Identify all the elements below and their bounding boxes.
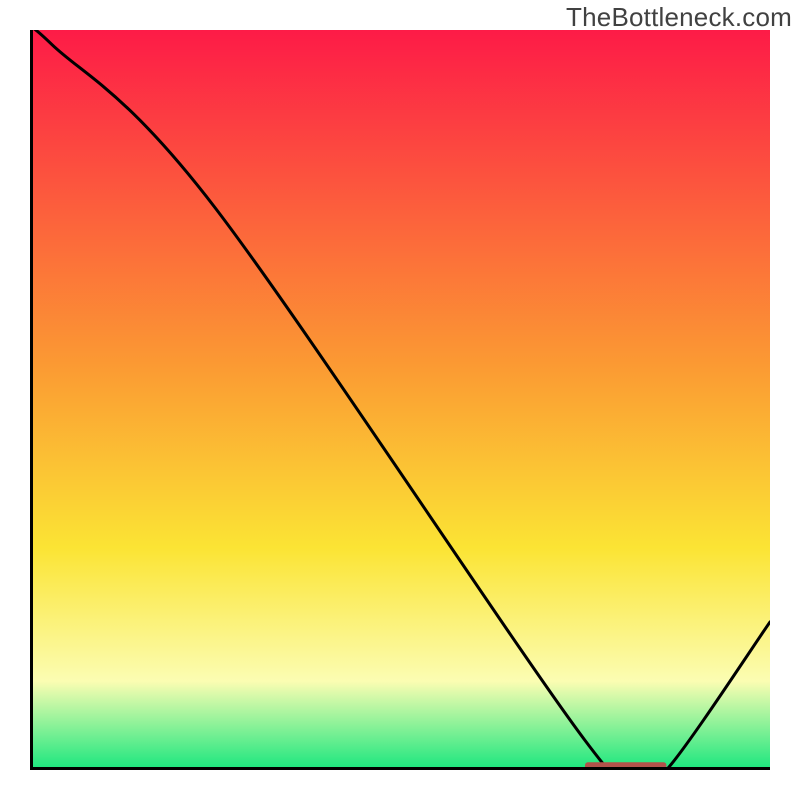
chart-plot-area: [30, 30, 770, 770]
x-axis-line: [30, 767, 770, 770]
y-axis-line: [30, 30, 33, 770]
chart-minimum-marker: [30, 30, 770, 770]
watermark-text: TheBottleneck.com: [566, 2, 792, 33]
